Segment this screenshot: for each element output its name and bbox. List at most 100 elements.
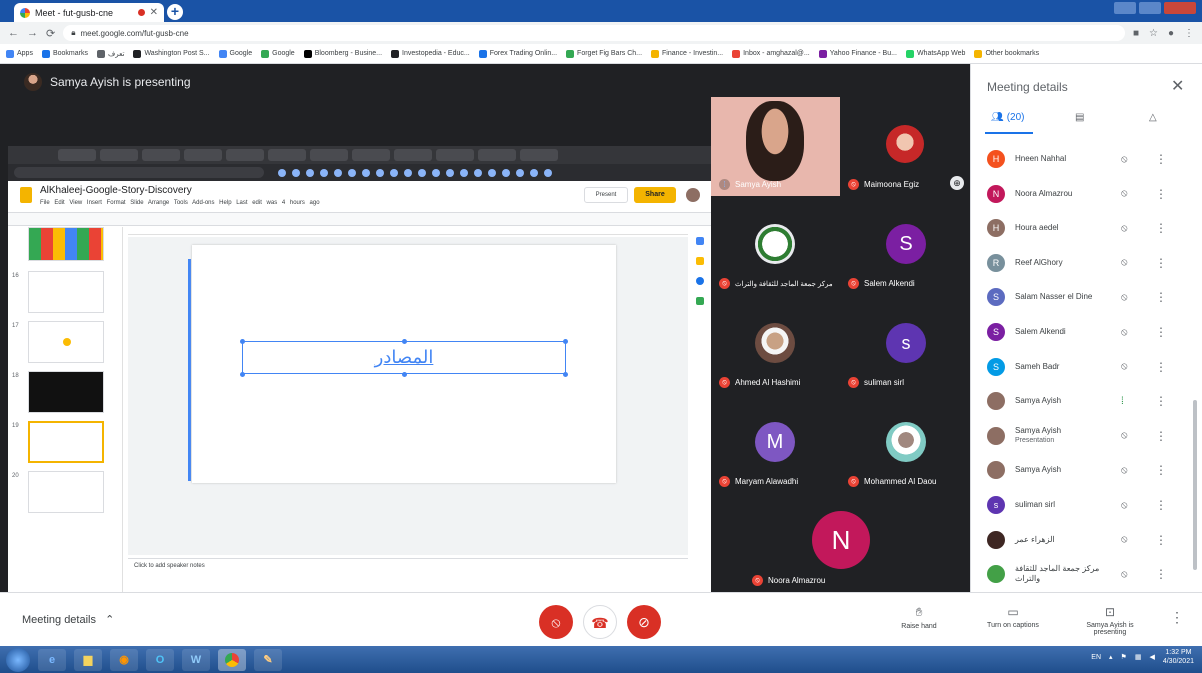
participant-row[interactable]: N Noora Almazrou ⦸ ⋮ (971, 177, 1187, 211)
participant-tile[interactable]: M ⦸ Maryam Alawadhi (711, 394, 840, 493)
outlook-icon[interactable]: O (146, 648, 174, 671)
bookmark-item[interactable]: Forget Fig Bars Ch... (566, 49, 642, 58)
tab-people[interactable]: 👥︎ (20) (991, 112, 1025, 123)
close-window-button[interactable] (1164, 2, 1196, 14)
participant-row[interactable]: R Reef AlGhory ⦸ ⋮ (971, 246, 1187, 280)
more-options-icon[interactable]: ⋮ (1155, 256, 1167, 270)
bookmark-item[interactable]: Other bookmarks (974, 49, 1039, 58)
participant-tile[interactable]: ⦸ مركز جمعة الماجد للثقافة والتراث (711, 196, 840, 295)
participant-row[interactable]: الزهراء عمر ⦸ ⋮ (971, 523, 1187, 557)
language-indicator[interactable]: EN (1091, 654, 1101, 661)
meeting-details-toggle[interactable]: Meeting details ⌃ (22, 613, 114, 626)
more-options-icon[interactable]: ⋮ (1155, 394, 1167, 408)
bookmark-item[interactable]: Inbox - amghazal@... (732, 49, 810, 58)
star-icon[interactable]: ☆ (1149, 28, 1158, 39)
raise-hand-button[interactable]: ✋︎ Raise hand (884, 605, 954, 630)
more-options-icon[interactable]: ⋮ (1155, 498, 1167, 512)
bookmark-item[interactable]: Google (261, 49, 295, 58)
participant-row[interactable]: H Hneen Nahhal ⦸ ⋮ (971, 142, 1187, 176)
presenting-button[interactable]: ⊡ Samya Ayish is presenting (1075, 605, 1145, 636)
more-options-icon[interactable]: ⋮ (1155, 152, 1167, 166)
participant-row[interactable]: s suliman sirl ⦸ ⋮ (971, 488, 1187, 522)
participant-row[interactable]: S Sameh Badr ⦸ ⋮ (971, 350, 1187, 384)
participant-row[interactable]: S Salem Alkendi ⦸ ⋮ (971, 315, 1187, 349)
mic-off-icon[interactable]: ⦸ (1121, 257, 1128, 268)
more-options-icon[interactable]: ⋮ (1155, 463, 1167, 477)
mic-off-icon[interactable]: ⦸ (1121, 465, 1128, 476)
bookmark-item[interactable]: تعرف (96, 49, 124, 58)
participant-tile[interactable]: S ⦸ Salem Alkendi (840, 196, 970, 295)
profile-icon[interactable]: ● (1168, 28, 1174, 39)
mic-off-icon[interactable]: ⦸ (1121, 430, 1128, 441)
explorer-icon[interactable]: ▆ (74, 648, 102, 671)
bookmark-item[interactable]: Forex Trading Onlin... (478, 49, 557, 58)
flag-icon[interactable]: ⚑ (1121, 653, 1127, 661)
mic-off-icon[interactable]: ⦸ (1121, 154, 1128, 165)
more-options-icon[interactable]: ⋮ (1155, 325, 1167, 339)
tab-activities[interactable]: △ (1149, 112, 1157, 123)
camera-indicator-icon[interactable]: ■ (1133, 28, 1139, 39)
leave-call-button[interactable]: ☎ (583, 605, 617, 639)
participant-row[interactable]: Samya Ayish ⁞ ⋮ (971, 384, 1187, 418)
tab-chat[interactable]: ▤ (1075, 112, 1084, 123)
participant-list-scrollbar[interactable] (1193, 400, 1197, 570)
bookmark-item[interactable]: Google (218, 49, 252, 58)
participant-row[interactable]: Samya Ayish ⦸ ⋮ (971, 453, 1187, 487)
new-tab-button[interactable]: + (167, 4, 183, 20)
more-options-icon[interactable]: ⋮ (1155, 567, 1167, 581)
more-options-icon[interactable]: ⋮ (1170, 609, 1184, 626)
ie-icon[interactable]: e (38, 648, 66, 671)
start-button[interactable] (6, 647, 30, 672)
clock[interactable]: 1:32 PM 4/30/2021 (1163, 648, 1194, 666)
participant-row[interactable]: H Houra aedel ⦸ ⋮ (971, 211, 1187, 245)
participant-tile[interactable]: N ⦸ Noora Almazrou (744, 493, 938, 592)
close-tab-icon[interactable]: ✕ (150, 7, 158, 18)
mic-off-icon[interactable]: ⦸ (1121, 292, 1128, 303)
bookmark-item[interactable]: WhatsApp Web (905, 49, 965, 58)
mic-off-button[interactable]: ⦸ (539, 605, 573, 639)
participant-row[interactable]: S Salam Nasser el Dine ⦸ ⋮ (971, 280, 1187, 314)
camera-off-button[interactable]: ⊘ (627, 605, 661, 639)
chrome-icon[interactable] (218, 648, 246, 671)
mic-off-icon[interactable]: ⦸ (1121, 327, 1128, 338)
firefox-icon[interactable]: ◉ (110, 648, 138, 671)
minimize-button[interactable] (1114, 2, 1136, 14)
mic-off-icon[interactable]: ⦸ (1121, 534, 1128, 545)
bookmark-item[interactable]: Bloomberg - Busine... (303, 49, 382, 58)
bookmark-item[interactable]: Finance - Investin... (651, 49, 723, 58)
network-icon[interactable]: ▦ (1135, 653, 1142, 661)
participant-tile-video[interactable]: ⁞ Samya Ayish (711, 97, 840, 196)
captions-button[interactable]: ▭ Turn on captions (978, 605, 1048, 629)
more-options-icon[interactable]: ⋮ (1155, 360, 1167, 374)
bookmark-item[interactable]: Washington Post S... (133, 49, 210, 58)
menu-dots-icon[interactable]: ⋮ (1184, 28, 1194, 39)
reload-icon[interactable]: ⟳ (46, 27, 55, 40)
tray-arrow-icon[interactable]: ▴ (1109, 653, 1113, 661)
participant-row[interactable]: Samya Ayish Presentation ⦸ ⋮ (971, 419, 1187, 453)
word-icon[interactable]: W (182, 648, 210, 671)
close-panel-icon[interactable]: ✕ (1171, 76, 1184, 96)
participant-tile[interactable]: s ⦸ suliman sirl (840, 295, 970, 394)
mic-off-icon[interactable]: ⦸ (1121, 500, 1128, 511)
back-icon[interactable]: ← (8, 27, 19, 39)
volume-icon[interactable]: ◀ (1149, 653, 1154, 661)
more-options-icon[interactable]: ⋮ (1155, 187, 1167, 201)
bookmark-item[interactable]: Apps (6, 49, 33, 58)
omnibox[interactable]: 🔒︎ meet.google.com/fut-gusb-cne (63, 25, 1125, 41)
maximize-button[interactable] (1139, 2, 1161, 14)
mic-off-icon[interactable]: ⦸ (1121, 569, 1128, 580)
more-options-icon[interactable]: ⋮ (1155, 429, 1167, 443)
participant-tile[interactable]: ⦸ Mohammed Al Daou (840, 394, 970, 493)
forward-icon[interactable]: → (27, 27, 38, 39)
mic-off-icon[interactable]: ⦸ (1121, 223, 1128, 234)
browser-tab-meet[interactable]: Meet - fut-gusb-cne ✕ (14, 3, 164, 22)
mic-off-icon[interactable]: ⦸ (1121, 361, 1128, 372)
bookmark-item[interactable]: Yahoo Finance - Bu... (818, 49, 897, 58)
speaking-icon[interactable]: ⁞ (1121, 396, 1124, 407)
participant-tile[interactable]: ⦸ Ahmed Al Hashimi (711, 295, 840, 394)
mic-off-icon[interactable]: ⦸ (1121, 188, 1128, 199)
more-options-icon[interactable]: ⋮ (1155, 533, 1167, 547)
bookmark-item[interactable]: Investopedia - Educ... (391, 49, 470, 58)
more-options-icon[interactable]: ⋮ (1155, 290, 1167, 304)
participant-row[interactable]: مركز جمعة الماجد للثقافة والتراث ⦸ ⋮ (971, 557, 1187, 591)
